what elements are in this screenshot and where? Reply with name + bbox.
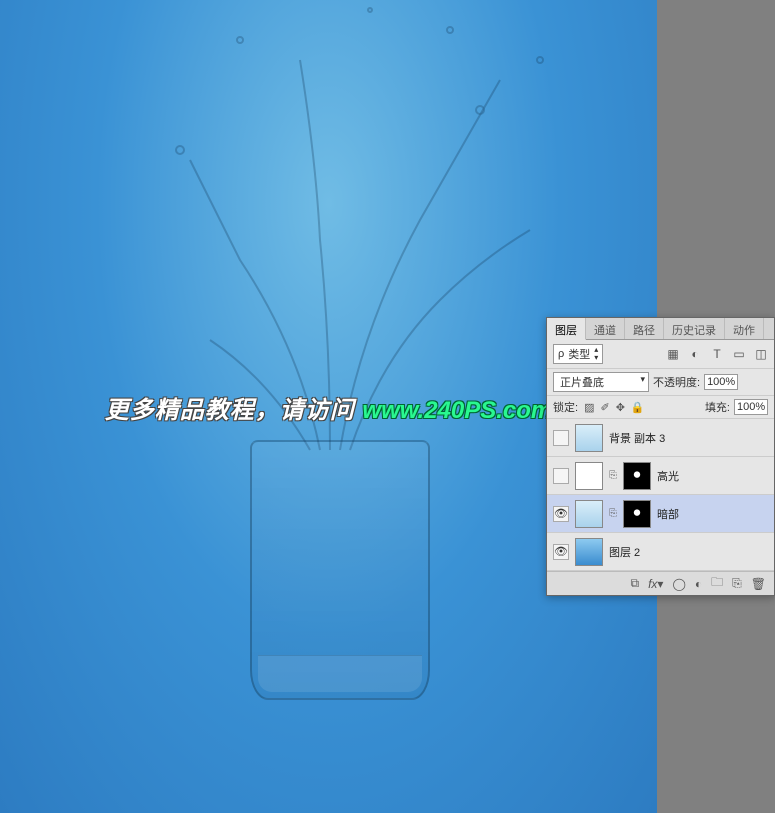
visibility-toggle[interactable]	[553, 430, 569, 446]
filter-pixel-icon[interactable]: ▦	[666, 347, 680, 361]
blend-mode-value: 正片叠底	[560, 377, 604, 389]
visibility-toggle[interactable]: 👁	[553, 506, 569, 522]
fx-icon[interactable]: fx▾	[648, 577, 663, 591]
opacity-label: 不透明度:	[653, 374, 700, 390]
filter-kind-select[interactable]: ρ 类型 ▴▾	[553, 344, 603, 364]
layer-thumbnail[interactable]	[575, 538, 603, 566]
layer-filter-row: ρ 类型 ▴▾ ▦ ◐ T ▭ ◫	[547, 340, 774, 369]
layer-row[interactable]: 背景 副本 3	[547, 419, 774, 457]
blend-mode-select[interactable]: 正片叠底	[553, 372, 649, 392]
layers-list: 背景 副本 3 ⎘ 高光 👁 ⎘ 暗部 👁 图层 2	[547, 419, 774, 571]
layers-panel: 图层 通道 路径 历史记录 动作 ρ 类型 ▴▾ ▦ ◐ T ▭ ◫ 正片叠底 …	[546, 317, 775, 596]
group-icon[interactable]: 🗀	[711, 573, 723, 594]
visibility-toggle[interactable]: 👁	[553, 544, 569, 560]
panel-tabs: 图层 通道 路径 历史记录 动作	[547, 318, 774, 340]
watermark-url: www.240PS.com	[362, 397, 552, 424]
filter-kind-label: 类型	[568, 346, 590, 362]
layer-thumbnail[interactable]	[575, 500, 603, 528]
mask-link-icon[interactable]: ⎘	[609, 508, 617, 519]
filter-smart-icon[interactable]: ◫	[754, 347, 768, 361]
lock-transparency-icon[interactable]: ▨	[584, 401, 594, 414]
stepper-icon: ▴▾	[594, 346, 598, 362]
panel-footer: ⧉ fx▾ ◯ ◐ 🗀 ⎘ 🗑	[547, 571, 774, 595]
tab-channels[interactable]: 通道	[586, 318, 625, 339]
tab-history[interactable]: 历史记录	[664, 318, 725, 339]
link-layers-icon[interactable]: ⧉	[631, 576, 640, 591]
layer-row[interactable]: 👁 ⎘ 暗部	[547, 495, 774, 533]
tab-paths[interactable]: 路径	[625, 318, 664, 339]
lock-position-icon[interactable]: ✥	[616, 401, 625, 414]
watermark: 更多精品教程，请访问 www.240PS.com	[105, 390, 553, 425]
glass-graphic	[250, 440, 430, 700]
filter-type-icons: ▦ ◐ T ▭ ◫	[666, 347, 768, 361]
opacity-input[interactable]: 100%	[704, 374, 738, 390]
mask-link-icon[interactable]: ⎘	[609, 470, 617, 481]
layer-name[interactable]: 高光	[657, 468, 679, 484]
search-icon: ρ	[558, 348, 564, 360]
delete-layer-icon[interactable]: 🗑	[751, 577, 766, 591]
watermark-text: 更多精品教程，请访问	[105, 397, 363, 424]
new-layer-icon[interactable]: ⎘	[732, 576, 742, 591]
filter-adjustment-icon[interactable]: ◐	[688, 347, 702, 361]
lock-fill-row: 锁定: ▨ ✐ ✥ 🔒 填充: 100%	[547, 396, 774, 419]
lock-label: 锁定:	[553, 399, 578, 415]
layer-row[interactable]: 👁 图层 2	[547, 533, 774, 571]
layer-name[interactable]: 图层 2	[609, 544, 640, 560]
layer-mask-thumbnail[interactable]	[623, 500, 651, 528]
add-mask-icon[interactable]: ◯	[672, 577, 685, 591]
layer-row[interactable]: ⎘ 高光	[547, 457, 774, 495]
layer-name[interactable]: 背景 副本 3	[609, 430, 665, 446]
filter-shape-icon[interactable]: ▭	[732, 347, 746, 361]
tab-actions[interactable]: 动作	[725, 318, 764, 339]
lock-pixels-icon[interactable]: ✐	[600, 401, 609, 414]
visibility-toggle[interactable]	[553, 468, 569, 484]
layer-name[interactable]: 暗部	[657, 506, 679, 522]
fill-input[interactable]: 100%	[734, 399, 768, 415]
tab-layers[interactable]: 图层	[547, 318, 586, 340]
adjustment-layer-icon[interactable]: ◐	[695, 577, 702, 591]
layer-thumbnail[interactable]	[575, 462, 603, 490]
layer-mask-thumbnail[interactable]	[623, 462, 651, 490]
fill-label: 填充:	[705, 399, 730, 415]
lock-all-icon[interactable]: 🔒	[631, 401, 645, 414]
filter-type-icon[interactable]: T	[710, 347, 724, 361]
lock-icons: ▨ ✐ ✥ 🔒	[584, 401, 645, 414]
layer-thumbnail[interactable]	[575, 424, 603, 452]
blend-opacity-row: 正片叠底 不透明度: 100%	[547, 369, 774, 396]
